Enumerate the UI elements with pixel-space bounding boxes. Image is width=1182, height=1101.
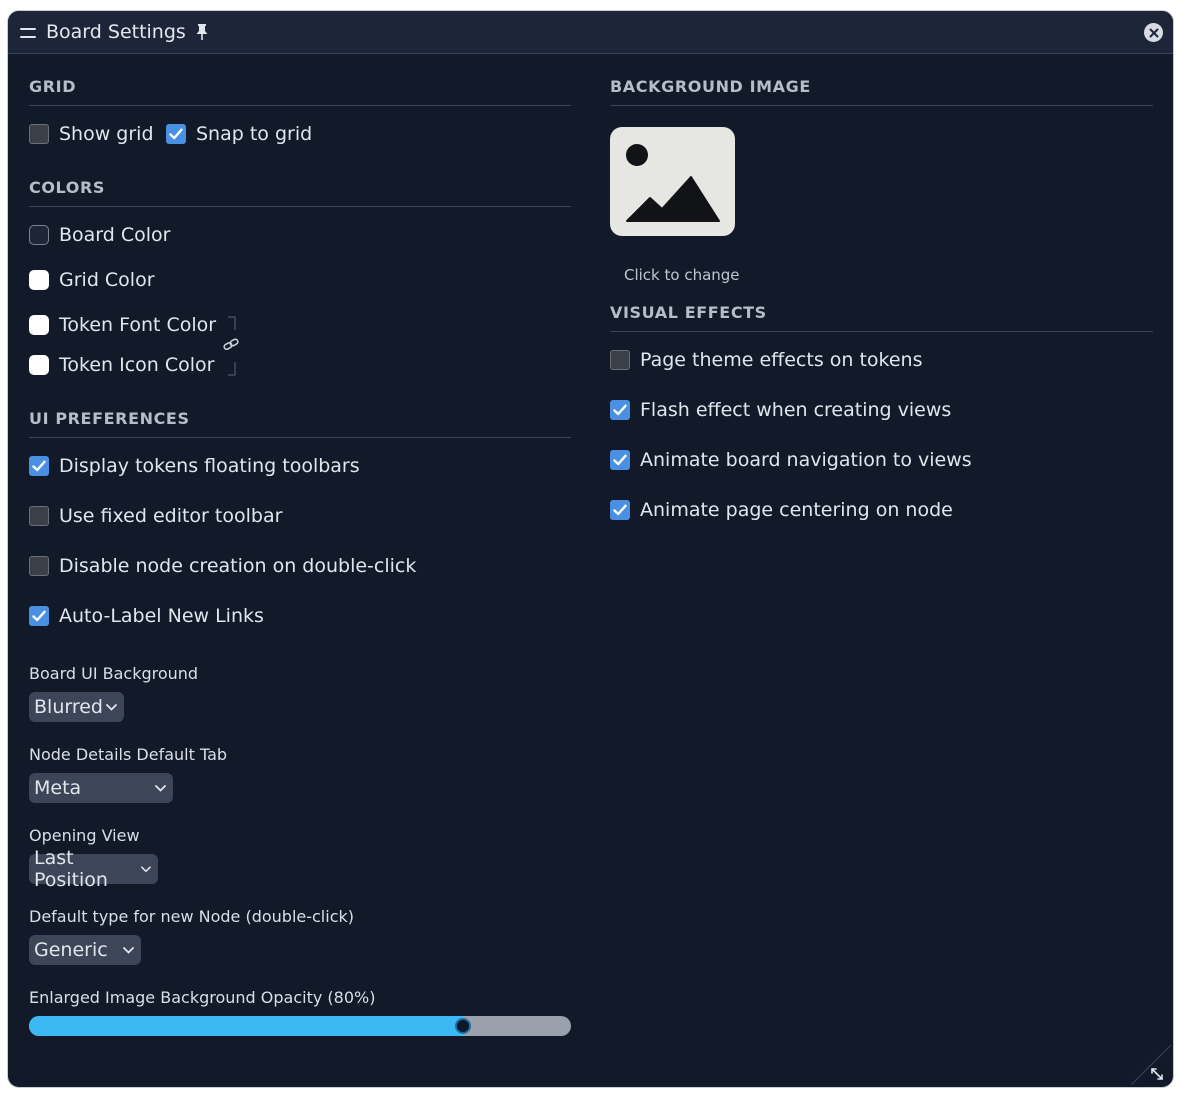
slider-fill <box>29 1016 463 1036</box>
grid-color-label: Grid Color <box>59 269 155 291</box>
node-details-default-tab-select[interactable]: Meta <box>29 773 173 803</box>
opening-view-value: Last Position <box>34 847 108 891</box>
snap-to-grid-option[interactable]: Snap to grid <box>166 123 312 145</box>
resize-handle[interactable] <box>1129 1043 1173 1087</box>
background-image-caption: Click to change <box>624 266 740 284</box>
page-theme-effects-checkbox[interactable] <box>610 350 630 370</box>
animate-board-navigation-label: Animate board navigation to views <box>640 449 972 471</box>
show-grid-option[interactable]: Show grid <box>29 123 154 145</box>
show-grid-checkbox[interactable] <box>29 124 49 144</box>
image-bg-opacity-label: Enlarged Image Background Opacity (80%) <box>29 988 376 1007</box>
opening-view-label: Opening View <box>29 826 140 845</box>
node-details-default-tab-value: Meta <box>34 777 82 799</box>
pin-icon[interactable] <box>195 23 209 41</box>
image-bg-opacity-slider[interactable] <box>29 1016 571 1036</box>
token-icon-color-option[interactable]: Token Icon Color <box>29 354 214 376</box>
window-title: Board Settings <box>46 21 186 43</box>
animate-page-centering-checkbox[interactable] <box>610 500 630 520</box>
settings-content: GRID Show grid Snap to grid COLORS Board… <box>8 55 1173 1087</box>
window-titlebar[interactable]: Board Settings <box>8 11 1173 54</box>
show-grid-label: Show grid <box>59 123 154 145</box>
hamburger-menu-icon[interactable] <box>20 27 36 38</box>
ui-preferences-section-title: UI PREFERENCES <box>29 409 571 438</box>
fixed-editor-toolbar-label: Use fixed editor toolbar <box>59 505 283 527</box>
default-node-type-label: Default type for new Node (double-click) <box>29 907 354 926</box>
image-placeholder-icon <box>625 143 720 222</box>
board-ui-background-select[interactable]: Blurred <box>29 692 124 722</box>
board-ui-background-value: Blurred <box>34 696 103 718</box>
flash-effect-option[interactable]: Flash effect when creating views <box>610 399 951 421</box>
board-color-swatch[interactable] <box>29 225 49 245</box>
close-icon[interactable] <box>1144 23 1163 42</box>
grid-color-option[interactable]: Grid Color <box>29 269 155 291</box>
page-theme-effects-option[interactable]: Page theme effects on tokens <box>610 349 923 371</box>
default-node-type-value: Generic <box>34 939 108 961</box>
animate-page-centering-option[interactable]: Animate page centering on node <box>610 499 953 521</box>
auto-label-links-option[interactable]: Auto-Label New Links <box>29 605 264 627</box>
slider-thumb[interactable] <box>455 1018 471 1034</box>
disable-node-creation-option[interactable]: Disable node creation on double-click <box>29 555 416 577</box>
board-settings-window: Board Settings GRID Show grid Snap to gr… <box>7 10 1174 1088</box>
snap-to-grid-label: Snap to grid <box>196 123 313 145</box>
snap-to-grid-checkbox[interactable] <box>166 124 186 144</box>
animate-page-centering-label: Animate page centering on node <box>640 499 953 521</box>
board-color-option[interactable]: Board Color <box>29 224 171 246</box>
disable-node-creation-label: Disable node creation on double-click <box>59 555 417 577</box>
chevron-down-icon <box>123 946 134 954</box>
flash-effect-label: Flash effect when creating views <box>640 399 952 421</box>
token-font-color-option[interactable]: Token Font Color <box>29 314 216 336</box>
chevron-down-icon <box>106 703 117 711</box>
board-ui-background-label: Board UI Background <box>29 664 199 683</box>
node-details-default-tab-label: Node Details Default Tab <box>29 745 228 764</box>
token-icon-color-swatch[interactable] <box>29 355 49 375</box>
grid-section-title: GRID <box>29 77 571 106</box>
chevron-down-icon <box>141 865 151 872</box>
disable-node-creation-checkbox[interactable] <box>29 556 49 576</box>
opening-view-select[interactable]: Last Position <box>29 847 158 891</box>
token-font-color-label: Token Font Color <box>59 314 217 336</box>
grid-color-swatch[interactable] <box>29 270 49 290</box>
background-image-picker[interactable] <box>610 127 735 236</box>
link-icon <box>223 338 239 351</box>
token-icon-color-label: Token Icon Color <box>59 354 215 376</box>
chevron-down-icon <box>155 784 166 792</box>
animate-board-navigation-checkbox[interactable] <box>610 450 630 470</box>
page-theme-effects-label: Page theme effects on tokens <box>640 349 923 371</box>
animate-board-navigation-option[interactable]: Animate board navigation to views <box>610 449 972 471</box>
display-tokens-toolbars-checkbox[interactable] <box>29 456 49 476</box>
visual-effects-section-title: VISUAL EFFECTS <box>610 303 1153 332</box>
display-tokens-toolbars-label: Display tokens floating toolbars <box>59 455 360 477</box>
link-colors-toggle[interactable] <box>215 316 241 376</box>
token-font-color-swatch[interactable] <box>29 315 49 335</box>
display-tokens-toolbars-option[interactable]: Display tokens floating toolbars <box>29 455 360 477</box>
auto-label-links-checkbox[interactable] <box>29 606 49 626</box>
auto-label-links-label: Auto-Label New Links <box>59 605 264 627</box>
background-image-section-title: BACKGROUND IMAGE <box>610 77 1153 106</box>
fixed-editor-toolbar-option[interactable]: Use fixed editor toolbar <box>29 505 282 527</box>
flash-effect-checkbox[interactable] <box>610 400 630 420</box>
colors-section-title: COLORS <box>29 178 571 207</box>
resize-icon <box>1151 1068 1163 1080</box>
board-color-label: Board Color <box>59 224 171 246</box>
fixed-editor-toolbar-checkbox[interactable] <box>29 506 49 526</box>
default-node-type-select[interactable]: Generic <box>29 935 141 965</box>
